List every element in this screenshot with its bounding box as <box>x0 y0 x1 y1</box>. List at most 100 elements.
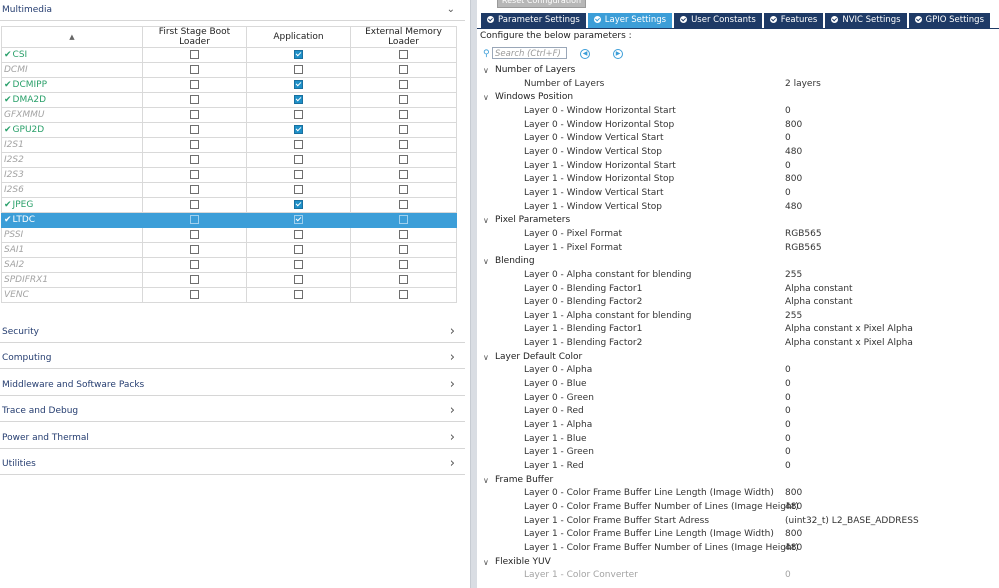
parameter-row[interactable]: Layer 1 - Alpha 0 <box>477 419 999 433</box>
parameter-row[interactable]: Layer 0 - Blending Factor1 Alpha constant <box>477 283 999 297</box>
eml-checkbox[interactable] <box>399 170 408 179</box>
application-checkbox[interactable] <box>294 155 303 164</box>
eml-checkbox[interactable] <box>399 110 408 119</box>
ip-name-cell[interactable]: ✔CSI <box>1 47 143 63</box>
chevron-down-icon[interactable]: ∨ <box>483 255 489 269</box>
application-checkbox[interactable] <box>294 230 303 239</box>
parameter-value[interactable]: RGB565 <box>785 228 822 242</box>
parameter-value[interactable]: 0 <box>785 405 791 419</box>
ip-name-cell[interactable]: I2S6 <box>1 182 143 198</box>
chevron-down-icon[interactable]: ∨ <box>483 91 489 105</box>
parameter-row[interactable]: Layer 1 - Window Vertical Stop 480 <box>477 201 999 215</box>
ip-row[interactable]: ✔DMA2D <box>1 92 457 108</box>
eml-checkbox[interactable] <box>399 95 408 104</box>
application-checkbox[interactable] <box>294 95 303 104</box>
parameter-value[interactable]: Alpha constant x Pixel Alpha <box>785 323 913 337</box>
fsbl-checkbox[interactable] <box>190 95 199 104</box>
eml-checkbox[interactable] <box>399 275 408 284</box>
parameter-row[interactable]: Layer 0 - Blending Factor2 Alpha constant <box>477 296 999 310</box>
ip-name-cell[interactable]: ✔DMA2D <box>1 92 143 108</box>
ip-row[interactable]: SAI1 <box>1 242 457 258</box>
parameter-row[interactable]: Layer 0 - Blue 0 <box>477 378 999 392</box>
parameter-row[interactable]: Layer 0 - Alpha 0 <box>477 364 999 378</box>
category-computing[interactable]: Computing › <box>0 348 465 369</box>
parameter-value[interactable]: 800 <box>785 487 802 501</box>
parameter-value[interactable]: 2 layers <box>785 78 821 92</box>
fsbl-checkbox[interactable] <box>190 140 199 149</box>
parameter-row[interactable]: Layer 0 - Color Frame Buffer Line Length… <box>477 487 999 501</box>
ip-row[interactable]: ✔CSI <box>1 47 457 63</box>
parameter-value[interactable]: 0 <box>785 364 791 378</box>
parameter-row[interactable]: Layer 1 - Alpha constant for blending 255 <box>477 310 999 324</box>
parameter-value[interactable]: Alpha constant x Pixel Alpha <box>785 337 913 351</box>
parameter-value[interactable]: 800 <box>785 528 802 542</box>
fsbl-checkbox[interactable] <box>190 275 199 284</box>
fsbl-checkbox[interactable] <box>190 215 199 224</box>
application-checkbox[interactable] <box>294 200 303 209</box>
parameter-row[interactable]: Layer 1 - Window Horizontal Start 0 <box>477 160 999 174</box>
ip-row[interactable]: PSSI <box>1 227 457 243</box>
parameter-value[interactable]: Alpha constant <box>785 283 853 297</box>
fsbl-checkbox[interactable] <box>190 155 199 164</box>
tab-layer-settings[interactable]: Layer Settings <box>587 13 673 28</box>
ip-row[interactable]: I2S2 <box>1 152 457 168</box>
category-utilities[interactable]: Utilities › <box>0 454 465 475</box>
ip-name-cell[interactable]: GFXMMU <box>1 107 143 123</box>
parameter-value[interactable]: Alpha constant <box>785 296 853 310</box>
ip-name-cell[interactable]: SAI1 <box>1 242 143 258</box>
eml-checkbox[interactable] <box>399 245 408 254</box>
chevron-down-icon[interactable]: ∨ <box>483 556 489 570</box>
ip-name-cell[interactable]: ✔GPU2D <box>1 122 143 138</box>
ip-name-cell[interactable]: I2S1 <box>1 137 143 153</box>
eml-checkbox[interactable] <box>399 290 408 299</box>
parameter-value[interactable]: RGB565 <box>785 242 822 256</box>
category-trace-and-debug[interactable]: Trace and Debug › <box>0 401 465 422</box>
eml-checkbox[interactable] <box>399 50 408 59</box>
ip-row[interactable]: I2S6 <box>1 182 457 198</box>
parameter-value[interactable]: 255 <box>785 310 802 324</box>
parameter-row[interactable]: Layer 1 - Blue 0 <box>477 433 999 447</box>
parameter-value[interactable]: 0 <box>785 446 791 460</box>
parameter-value[interactable]: 0 <box>785 187 791 201</box>
ip-row[interactable]: ✔DCMIPP <box>1 77 457 93</box>
tab-gpio-settings[interactable]: GPIO Settings <box>908 13 991 28</box>
parameter-value[interactable]: 800 <box>785 119 802 133</box>
parameter-group[interactable]: ∨ Blending <box>477 255 999 269</box>
ip-row[interactable]: ✔GPU2D <box>1 122 457 138</box>
parameter-row[interactable]: Layer 1 - Color Converter 0 <box>477 569 999 583</box>
eml-checkbox[interactable] <box>399 155 408 164</box>
ip-row[interactable]: GFXMMU <box>1 107 457 123</box>
ip-row[interactable]: VENC <box>1 287 457 303</box>
parameter-row[interactable]: Layer 0 - Window Vertical Stop 480 <box>477 146 999 160</box>
parameter-row[interactable]: Layer 0 - Color Frame Buffer Number of L… <box>477 501 999 515</box>
ip-name-cell[interactable]: I2S2 <box>1 152 143 168</box>
parameter-row[interactable]: Layer 1 - Red 0 <box>477 460 999 474</box>
parameter-group[interactable]: ∨ Pixel Parameters <box>477 214 999 228</box>
parameter-value[interactable]: 255 <box>785 269 802 283</box>
fsbl-checkbox[interactable] <box>190 80 199 89</box>
parameter-value[interactable]: 480 <box>785 542 802 556</box>
parameter-row[interactable]: Layer 1 - Green 0 <box>477 446 999 460</box>
search-input[interactable]: Search (Ctrl+F) <box>492 47 567 59</box>
parameter-value[interactable]: 0 <box>785 419 791 433</box>
previous-match-icon[interactable]: ◀ <box>580 49 590 59</box>
parameter-row[interactable]: Layer 1 - Color Frame Buffer Number of L… <box>477 542 999 556</box>
application-checkbox[interactable] <box>294 80 303 89</box>
chevron-down-icon[interactable]: ∨ <box>483 351 489 365</box>
ip-name-cell[interactable]: ✔LTDC <box>1 212 143 228</box>
application-checkbox[interactable] <box>294 140 303 149</box>
eml-checkbox[interactable] <box>399 80 408 89</box>
parameter-row[interactable]: Layer 1 - Window Vertical Start 0 <box>477 187 999 201</box>
eml-checkbox[interactable] <box>399 230 408 239</box>
fsbl-checkbox[interactable] <box>190 290 199 299</box>
fsbl-checkbox[interactable] <box>190 50 199 59</box>
fsbl-checkbox[interactable] <box>190 170 199 179</box>
ip-name-cell[interactable]: I2S3 <box>1 167 143 183</box>
parameter-value[interactable]: 0 <box>785 569 791 583</box>
parameter-group[interactable]: ∨ Frame Buffer <box>477 474 999 488</box>
ip-name-cell[interactable]: ✔JPEG <box>1 197 143 213</box>
application-checkbox[interactable] <box>294 50 303 59</box>
tab-nvic-settings[interactable]: NVIC Settings <box>825 13 907 28</box>
fsbl-checkbox[interactable] <box>190 110 199 119</box>
ip-row[interactable]: SAI2 <box>1 257 457 273</box>
